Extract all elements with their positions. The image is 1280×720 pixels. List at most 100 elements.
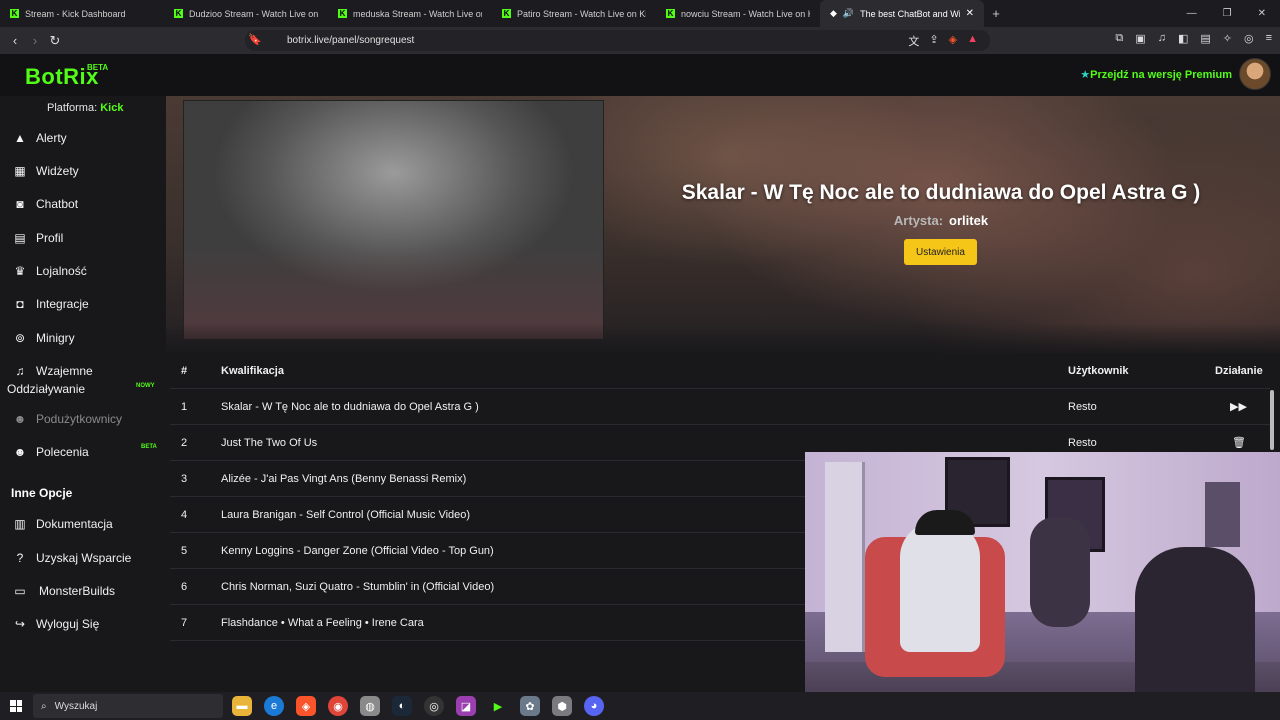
sidebar-item-chatbot[interactable]: ◙ Chatbot: [13, 197, 78, 211]
minimize-icon[interactable]: —: [1187, 8, 1197, 19]
question-icon: ?: [16, 551, 24, 565]
new-tab-button[interactable]: +: [984, 6, 1008, 21]
forward-icon[interactable]: ›: [25, 33, 45, 48]
back-icon[interactable]: ‹: [5, 33, 25, 48]
webcam-overlay: [805, 452, 1280, 720]
trophy-icon: ♛: [14, 264, 26, 278]
sidebar-item-minigry[interactable]: ⊚ Minigry: [13, 331, 75, 345]
brave-shield-icon[interactable]: ◈: [949, 33, 957, 49]
app-icon[interactable]: ◍: [360, 696, 380, 716]
app-icon[interactable]: ✿: [520, 696, 540, 716]
now-playing-artist: Artysta: orlitek: [893, 213, 989, 228]
gamepad-icon: ⊚: [14, 331, 26, 345]
url-field[interactable]: botrix.live/panel/songrequest 文 ⇪ ◈ ▲: [245, 30, 990, 51]
sidebar-item-wsparcie[interactable]: ? Uzyskaj Wsparcie: [13, 551, 132, 565]
restore-icon[interactable]: ❐: [1223, 8, 1232, 19]
robot-icon: ◙: [16, 197, 24, 211]
botrix-favicon-icon: ◆: [830, 8, 837, 18]
sidebar-item-monsterbuilds[interactable]: ▭ MonsterBuilds: [13, 584, 115, 598]
sidebar-item-dokumentacja[interactable]: ▥ Dokumentacja: [13, 517, 112, 531]
avatar[interactable]: [1239, 58, 1271, 90]
edge-icon[interactable]: e: [264, 696, 284, 716]
browser-tab-bar: K Stream - Kick Dashboard K Dudzioo Stream…: [0, 0, 1280, 27]
brave-icon[interactable]: ◈: [296, 696, 316, 716]
media-icon[interactable]: ♫: [1158, 32, 1166, 45]
music-icon: ♫: [15, 364, 25, 378]
kick-icon: K: [338, 9, 347, 18]
vpn-icon[interactable]: ◎: [1244, 32, 1254, 45]
speaker-icon: 🔊: [842, 8, 855, 18]
now-playing-hero: Skalar - W Tę Noc ale to dudniawa do Ope…: [166, 96, 1280, 353]
wallet-icon[interactable]: ▤: [1200, 32, 1210, 45]
video-player[interactable]: [183, 100, 604, 340]
obs-icon[interactable]: ◎: [424, 696, 444, 716]
warning-icon: ▲: [14, 131, 26, 145]
app-icon[interactable]: ◪: [456, 696, 476, 716]
discord-icon[interactable]: ◕: [584, 696, 604, 716]
laptop-icon: ▭: [14, 584, 26, 598]
sidebar-item-wzajemne[interactable]: ♫ Wzajemne: [13, 364, 93, 378]
reload-icon[interactable]: ↻: [45, 33, 65, 49]
taskbar-search[interactable]: ⌕ Wyszukaj: [33, 694, 223, 718]
bookmark-icon[interactable]: 🔖: [248, 33, 262, 46]
reader-icon[interactable]: ▣: [1135, 32, 1145, 45]
sidebar-item-poduzytkownicy[interactable]: ☻ Podużytkownicy: [13, 412, 122, 426]
table-row: 1 Skalar - W Tę Noc ale to dudniawa do O…: [170, 389, 1270, 425]
kick-icon: K: [174, 9, 183, 18]
kick-icon: K: [502, 9, 511, 18]
sidebar-toggle-icon[interactable]: ◧: [1178, 32, 1188, 45]
leo-ai-icon[interactable]: ✧: [1223, 32, 1232, 45]
sidebar-item-integracje[interactable]: ◘ Integracje: [13, 297, 88, 311]
users-icon: ☻: [13, 445, 27, 459]
share-icon[interactable]: ⇪: [929, 33, 938, 49]
kick-icon: K: [666, 9, 675, 18]
premium-link[interactable]: ★Przejdź na wersję Premium: [1080, 68, 1232, 81]
sidebar-item-widzety[interactable]: ▦ Widżety: [13, 164, 78, 178]
users-icon: ☻: [13, 412, 27, 426]
close-tab-icon[interactable]: ✕: [966, 8, 974, 19]
url-text: botrix.live/panel/songrequest: [287, 35, 415, 46]
menu-icon[interactable]: ≡: [1266, 32, 1272, 45]
windows-start-icon[interactable]: [10, 700, 22, 712]
windows-taskbar: ⌕ Wyszukaj ▬ e ◈ ◉ ◍ ◐ ◎ ◪ ▶ ✿ ⬢ ◕: [0, 692, 1280, 720]
platform-indicator: Platforma: Kick: [47, 102, 124, 114]
sidebar-item-alerty[interactable]: ▲ Alerty: [13, 131, 67, 145]
now-playing-title: Skalar - W Tę Noc ale to dudniawa do Ope…: [681, 181, 1201, 204]
trash-icon[interactable]: 🗑: [1232, 436, 1246, 449]
table-scrollbar[interactable]: [1270, 390, 1274, 450]
skip-forward-icon[interactable]: ▶▶: [1230, 400, 1247, 413]
new-badge: NOWY: [136, 383, 155, 389]
translate-icon[interactable]: 文: [908, 33, 919, 49]
browser-tab[interactable]: Kmeduska Stream - Watch Live on Kick: [328, 0, 492, 27]
settings-button[interactable]: Ustawienia: [904, 239, 977, 265]
beta-badge: BETA: [87, 63, 109, 72]
browser-tab[interactable]: K Patiro Stream - Watch Live on Kick: [492, 0, 656, 27]
taskbar-apps: ▬ e ◈ ◉ ◍ ◐ ◎ ◪ ▶ ✿ ⬢ ◕: [232, 696, 604, 716]
app-icon[interactable]: ⬢: [552, 696, 572, 716]
steam-icon[interactable]: ◐: [392, 696, 412, 716]
browser-tab[interactable]: K Stream - Kick Dashboard: [0, 0, 164, 27]
scroll-icon: ▥: [14, 517, 26, 531]
star-icon: ★: [1080, 69, 1091, 81]
window-controls: — ❐ ✕: [1187, 0, 1280, 27]
address-bar-row: ‹ › ↻ botrix.live/panel/songrequest 文 ⇪ …: [0, 27, 1280, 54]
sidebar-item-wyloguj[interactable]: ↪ Wyloguj Się: [13, 617, 99, 631]
sidebar-item-lojalnosc[interactable]: ♛ Lojalność: [13, 264, 87, 278]
kick-icon: K: [10, 9, 19, 18]
logout-icon: ↪: [14, 617, 26, 631]
sidebar-item-polecenia[interactable]: ☻ Polecenia: [13, 445, 89, 459]
file-explorer-icon[interactable]: ▬: [232, 696, 252, 716]
sidebar-item-oddzialywanie[interactable]: Oddziaływanie: [7, 382, 85, 396]
browser-tab-active[interactable]: ◆🔊The best ChatBot and Widget✕: [820, 0, 984, 27]
extensions-icon[interactable]: ⧉: [1115, 32, 1123, 45]
sidebar-item-profil[interactable]: ▤ Profil: [13, 231, 63, 245]
search-icon: ⌕: [41, 700, 47, 712]
kick-app-icon[interactable]: ▶: [488, 696, 508, 716]
grid-icon: ▦: [14, 164, 26, 178]
brave-rewards-icon[interactable]: ▲: [967, 33, 978, 49]
hero-fade: [166, 323, 1280, 353]
chrome-icon[interactable]: ◉: [328, 696, 348, 716]
close-window-icon[interactable]: ✕: [1258, 8, 1266, 19]
browser-tab[interactable]: KDudzioo Stream - Watch Live on Kick: [164, 0, 328, 27]
browser-tab[interactable]: Knowciu Stream - Watch Live on Kick: [656, 0, 820, 27]
